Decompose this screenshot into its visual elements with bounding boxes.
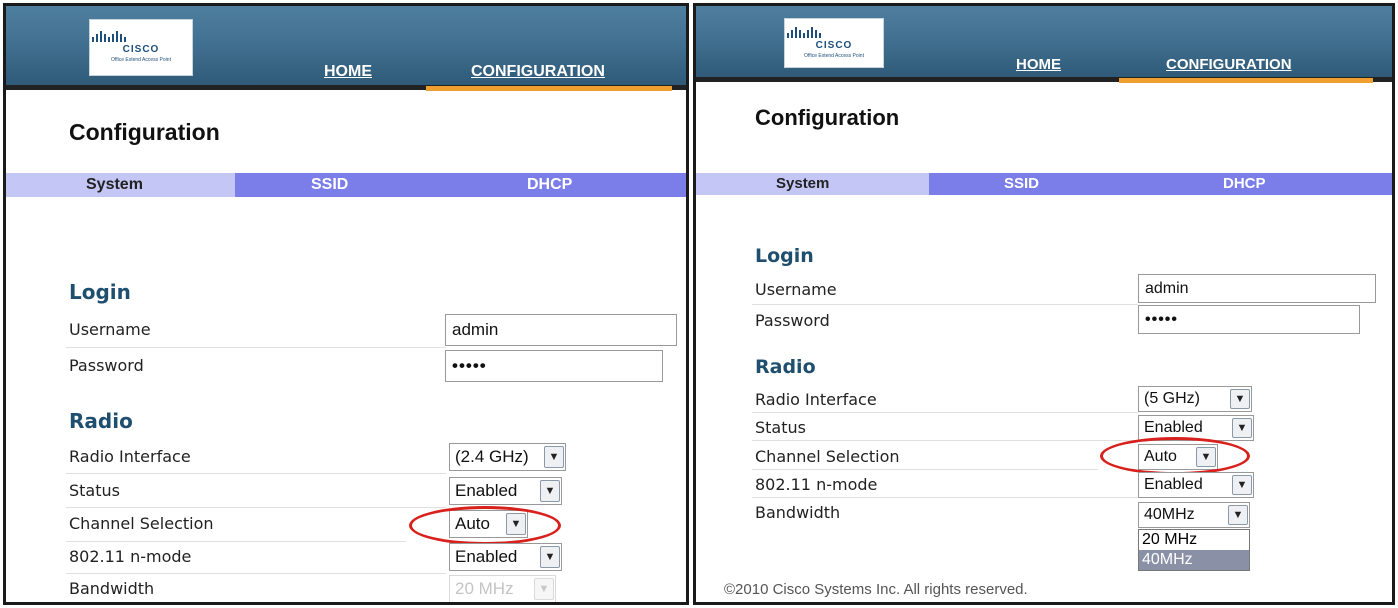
highlight-ellipse — [409, 506, 561, 545]
chevron-down-icon: ▼ — [544, 446, 564, 468]
left-screenshot-panel: CISCO Office Extend Access Point HOME CO… — [3, 3, 689, 605]
chevron-down-icon: ▼ — [1228, 505, 1248, 525]
radio-section-title: Radio — [755, 356, 816, 378]
channel-selection-label: Channel Selection — [69, 514, 214, 533]
bandwidth-dropdown-list: 20 MHz 40MHz — [1138, 529, 1250, 571]
nmode-value: Enabled — [1144, 476, 1203, 493]
chevron-down-icon: ▼ — [534, 578, 554, 600]
password-field[interactable]: ••••• — [1138, 305, 1360, 334]
radio-interface-select[interactable]: (2.4 GHz) ▼ — [449, 443, 566, 471]
tab-ssid[interactable]: SSID — [1004, 173, 1039, 195]
chevron-down-icon: ▼ — [540, 480, 560, 502]
username-field[interactable]: admin — [445, 314, 677, 346]
status-value: Enabled — [1144, 419, 1203, 436]
tab-system-label: System — [776, 175, 830, 192]
row-divider — [752, 412, 1138, 413]
chevron-down-icon: ▼ — [1232, 475, 1252, 495]
channel-selection-label: Channel Selection — [755, 447, 900, 466]
tab-ssid[interactable]: SSID — [311, 173, 348, 197]
cisco-bars-icon — [787, 27, 821, 38]
chevron-down-icon: ▼ — [1230, 389, 1250, 409]
row-divider — [66, 473, 446, 474]
status-label: Status — [755, 418, 806, 437]
bandwidth-value: 20 MHz — [455, 579, 514, 598]
radio-section-title: Radio — [69, 409, 133, 433]
password-label: Password — [69, 356, 144, 375]
logo-subtitle: Office Extend Access Point — [111, 57, 171, 63]
nmode-select[interactable]: Enabled ▼ — [1138, 472, 1254, 498]
chevron-down-icon: ▼ — [540, 546, 560, 568]
login-section-title: Login — [69, 280, 131, 304]
radio-interface-label: Radio Interface — [69, 447, 191, 466]
logo-wordmark: CISCO — [122, 44, 160, 55]
cisco-logo: CISCO Office Extend Access Point — [784, 18, 884, 68]
bandwidth-value: 40MHz — [1144, 506, 1195, 523]
nav-home[interactable]: HOME — [1016, 56, 1061, 73]
bandwidth-label: Bandwidth — [69, 579, 155, 598]
username-field[interactable]: admin — [1138, 274, 1376, 303]
logo-subtitle: Office Extend Access Point — [804, 53, 864, 59]
status-label: Status — [69, 481, 120, 500]
radio-interface-value: (5 GHz) — [1144, 390, 1200, 407]
radio-interface-label: Radio Interface — [755, 390, 877, 409]
footer-copyright: ©2010 Cisco Systems Inc. All rights rese… — [724, 581, 1028, 598]
header-bar: CISCO Office Extend Access Point HOME CO… — [696, 6, 1392, 83]
tab-bar: System SSID DHCP — [6, 173, 686, 197]
cisco-bars-icon — [92, 31, 126, 42]
nmode-value: Enabled — [455, 547, 518, 566]
nav-configuration[interactable]: CONFIGURATION — [471, 63, 605, 81]
nav-configuration[interactable]: CONFIGURATION — [1166, 56, 1292, 73]
tab-dhcp[interactable]: DHCP — [1223, 173, 1266, 195]
bandwidth-option-selected[interactable]: 40MHz — [1139, 550, 1249, 570]
nav-active-indicator — [1119, 78, 1373, 83]
bandwidth-option[interactable]: 20 MHz — [1139, 530, 1249, 550]
nav-home[interactable]: HOME — [324, 63, 372, 81]
username-label: Username — [755, 280, 837, 299]
row-divider — [752, 497, 1138, 498]
password-field[interactable]: ••••• — [445, 350, 663, 382]
page-title: Configuration — [755, 105, 900, 130]
radio-interface-value: (2.4 GHz) — [455, 447, 529, 466]
status-select[interactable]: Enabled ▼ — [449, 477, 562, 505]
tab-dhcp[interactable]: DHCP — [527, 173, 572, 197]
page-title: Configuration — [69, 119, 220, 145]
password-label: Password — [755, 311, 830, 330]
row-divider — [752, 469, 1098, 470]
nmode-select[interactable]: Enabled ▼ — [449, 543, 562, 571]
highlight-ellipse — [1100, 437, 1250, 475]
row-divider — [66, 541, 406, 542]
tab-system-label: System — [86, 176, 143, 193]
tab-system[interactable]: System — [696, 173, 929, 195]
row-divider — [752, 440, 1138, 441]
radio-interface-select[interactable]: (5 GHz) ▼ — [1138, 386, 1252, 412]
row-divider — [66, 347, 446, 348]
cisco-logo: CISCO Office Extend Access Point — [89, 19, 193, 76]
bandwidth-select[interactable]: 40MHz ▼ — [1138, 502, 1250, 528]
status-value: Enabled — [455, 481, 518, 500]
logo-wordmark: CISCO — [815, 40, 853, 51]
row-divider — [66, 507, 446, 508]
tab-system[interactable]: System — [6, 173, 235, 197]
bandwidth-label: Bandwidth — [755, 503, 841, 522]
row-divider — [752, 304, 1138, 305]
header-bar: CISCO Office Extend Access Point HOME CO… — [6, 6, 686, 91]
row-divider — [66, 573, 446, 574]
right-screenshot-panel: CISCO Office Extend Access Point HOME CO… — [693, 3, 1395, 605]
chevron-down-icon: ▼ — [1232, 418, 1252, 438]
login-section-title: Login — [755, 245, 814, 267]
bandwidth-select: 20 MHz ▼ — [449, 575, 556, 602]
nmode-label: 802.11 n-mode — [69, 547, 192, 566]
nav-active-indicator — [426, 86, 672, 91]
nmode-label: 802.11 n-mode — [755, 475, 878, 494]
username-label: Username — [69, 320, 151, 339]
tab-bar: System SSID DHCP — [696, 173, 1392, 195]
